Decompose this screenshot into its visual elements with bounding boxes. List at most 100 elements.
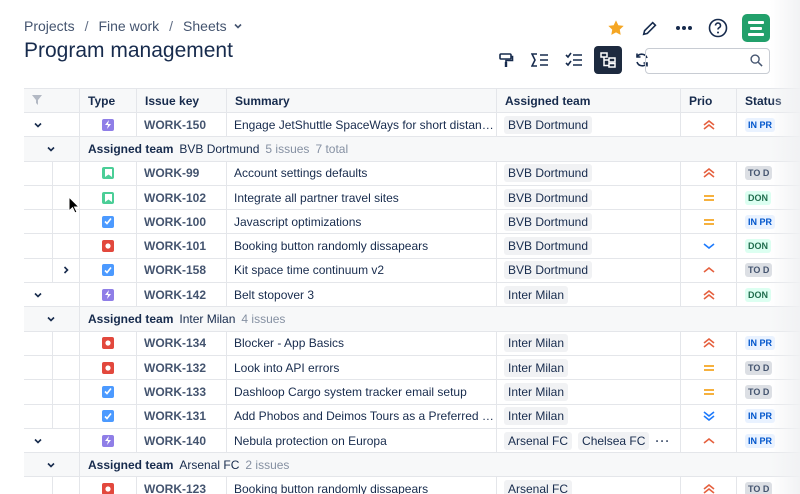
summary-cell[interactable]: Belt stopover 3 — [227, 283, 497, 307]
assigned-team-cell[interactable]: Inter Milan — [497, 404, 681, 428]
column-header-summary[interactable]: Summary — [227, 89, 497, 112]
table-row[interactable]: WORK-123 Booking button randomly dissape… — [24, 477, 800, 494]
summary-text[interactable]: Kit space time continuum v2 — [234, 263, 384, 277]
table-row[interactable]: WORK-158 Kit space time continuum v2 BVB… — [24, 258, 800, 284]
breadcrumb-sheets[interactable]: Sheets — [183, 18, 227, 34]
priority-cell[interactable] — [681, 283, 737, 307]
chevron-down-icon[interactable] — [33, 429, 43, 452]
table-row[interactable]: WORK-132 Look into API errors Inter Mila… — [24, 355, 800, 381]
summary-cell[interactable]: Account settings defaults — [227, 161, 497, 185]
team-tag[interactable]: Inter Milan — [504, 334, 569, 353]
table-row[interactable]: WORK-142 Belt stopover 3 Inter Milan DON — [24, 283, 800, 308]
status-badge[interactable]: TO D — [745, 482, 773, 494]
issue-key-cell[interactable]: WORK-100 — [137, 210, 227, 234]
chevron-down-icon[interactable] — [33, 113, 43, 136]
summary-cell[interactable]: Engage JetShuttle SpaceWays for short di… — [227, 113, 497, 137]
chevron-down-icon[interactable] — [233, 21, 243, 31]
group-row[interactable]: Assigned team Inter Milan 4 issues — [24, 307, 800, 332]
summary-cell[interactable]: Nebula protection on Europa — [227, 428, 497, 453]
issue-key-cell[interactable]: WORK-132 — [137, 355, 227, 380]
summary-text[interactable]: Blocker - App Basics — [234, 336, 344, 350]
summary-text[interactable]: Belt stopover 3 — [234, 288, 314, 302]
issue-key[interactable]: WORK-142 — [144, 288, 206, 302]
issue-key[interactable]: WORK-140 — [144, 434, 206, 448]
summary-text[interactable]: Dashloop Cargo system tracker email setu… — [234, 385, 467, 399]
issue-key-cell[interactable]: WORK-101 — [137, 234, 227, 258]
table-row[interactable]: WORK-134 Blocker - App Basics Inter Mila… — [24, 331, 800, 356]
assigned-team-cell[interactable]: Inter Milan — [497, 380, 681, 404]
team-tag[interactable]: Chelsea FC — [578, 431, 650, 450]
column-header-type[interactable]: Type — [80, 89, 137, 112]
column-header-prio[interactable]: Prio — [681, 89, 737, 112]
status-badge[interactable]: DON — [745, 287, 771, 302]
star-icon[interactable] — [606, 18, 626, 38]
assigned-team-cell[interactable]: BVB Dortmund — [497, 258, 681, 283]
team-tag[interactable]: Inter Milan — [504, 407, 569, 426]
issue-key[interactable]: WORK-123 — [144, 482, 206, 494]
team-tag[interactable]: Inter Milan — [504, 382, 569, 401]
priority-cell[interactable] — [681, 428, 737, 453]
team-tag[interactable]: Arsenal FC — [504, 480, 573, 494]
filter-column-header[interactable] — [24, 89, 80, 112]
team-tag[interactable]: Inter Milan — [504, 285, 569, 304]
issue-key-cell[interactable]: WORK-133 — [137, 380, 227, 404]
chevron-down-icon[interactable] — [46, 307, 56, 330]
more-icon[interactable] — [674, 18, 694, 38]
issue-key-cell[interactable]: WORK-131 — [137, 404, 227, 428]
status-badge[interactable]: TO D — [745, 263, 773, 278]
issue-key[interactable]: WORK-100 — [144, 215, 206, 229]
issue-key[interactable]: WORK-132 — [144, 361, 206, 375]
chevron-down-icon[interactable] — [46, 137, 56, 160]
table-row[interactable]: WORK-140 Nebula protection on Europa Ars… — [24, 428, 800, 454]
breadcrumb-projects[interactable]: Projects — [24, 18, 75, 34]
issue-key[interactable]: WORK-102 — [144, 191, 206, 205]
hierarchy-icon[interactable] — [594, 46, 622, 74]
issue-key[interactable]: WORK-99 — [144, 166, 199, 180]
summary-cell[interactable]: Dashloop Cargo system tracker email setu… — [227, 380, 497, 404]
assigned-team-cell[interactable]: Inter Milan — [497, 283, 681, 307]
chevron-down-icon[interactable] — [46, 453, 56, 476]
assigned-team-cell[interactable]: Inter Milan — [497, 355, 681, 380]
priority-cell[interactable] — [681, 113, 737, 137]
status-badge[interactable]: DON — [745, 190, 771, 205]
issue-key-cell[interactable]: WORK-158 — [137, 258, 227, 283]
summary-cell[interactable]: Look into API errors — [227, 355, 497, 380]
assigned-team-cell[interactable]: Arsenal FC — [497, 477, 681, 494]
issue-key[interactable]: WORK-131 — [144, 409, 206, 423]
priority-cell[interactable] — [681, 258, 737, 283]
priority-cell[interactable] — [681, 161, 737, 185]
edit-icon[interactable] — [640, 18, 660, 38]
filter-icon[interactable] — [32, 94, 42, 108]
issue-key-cell[interactable]: WORK-134 — [137, 331, 227, 355]
breadcrumb-fine-work[interactable]: Fine work — [98, 18, 159, 34]
table-row[interactable]: WORK-99 Account settings defaults BVB Do… — [24, 161, 800, 186]
issue-key-cell[interactable]: WORK-150 — [137, 113, 227, 137]
table-row[interactable]: WORK-131 Add Phobos and Deimos Tours as … — [24, 404, 800, 429]
issue-key-cell[interactable]: WORK-123 — [137, 477, 227, 494]
team-tag[interactable]: Inter Milan — [504, 358, 569, 377]
team-tag[interactable]: Arsenal FC — [504, 431, 573, 450]
summary-text[interactable]: Booking button randomly dissapears — [234, 239, 428, 253]
chevron-down-icon[interactable] — [33, 283, 43, 306]
table-row[interactable]: WORK-101 Booking button randomly dissape… — [24, 234, 800, 259]
group-row[interactable]: Assigned team Arsenal FC 2 issues — [24, 453, 800, 478]
issue-key[interactable]: WORK-158 — [144, 263, 206, 277]
issue-key-cell[interactable]: WORK-102 — [137, 185, 227, 210]
status-badge[interactable]: TO D — [745, 384, 773, 399]
assigned-team-cell[interactable]: BVB Dortmund — [497, 161, 681, 185]
team-tag[interactable]: BVB Dortmund — [504, 115, 593, 134]
search-input[interactable] — [645, 48, 770, 74]
priority-cell[interactable] — [681, 234, 737, 258]
issue-key[interactable]: WORK-150 — [144, 118, 206, 132]
more-teams-icon[interactable]: ··· — [655, 434, 670, 448]
group-row[interactable]: Assigned team BVB Dortmund 5 issues 7 to… — [24, 137, 800, 162]
assigned-team-cell[interactable]: BVB Dortmund — [497, 185, 681, 210]
issue-key[interactable]: WORK-101 — [144, 239, 206, 253]
summary-cell[interactable]: Booking button randomly dissapears — [227, 234, 497, 258]
paint-format-icon[interactable] — [492, 46, 520, 74]
summary-text[interactable]: Booking button randomly dissapears — [234, 482, 428, 494]
summary-cell[interactable]: Blocker - App Basics — [227, 331, 497, 355]
summary-cell[interactable]: Integrate all partner travel sites — [227, 185, 497, 210]
summary-text[interactable]: Look into API errors — [234, 361, 339, 375]
table-row[interactable]: WORK-102 Integrate all partner travel si… — [24, 185, 800, 211]
